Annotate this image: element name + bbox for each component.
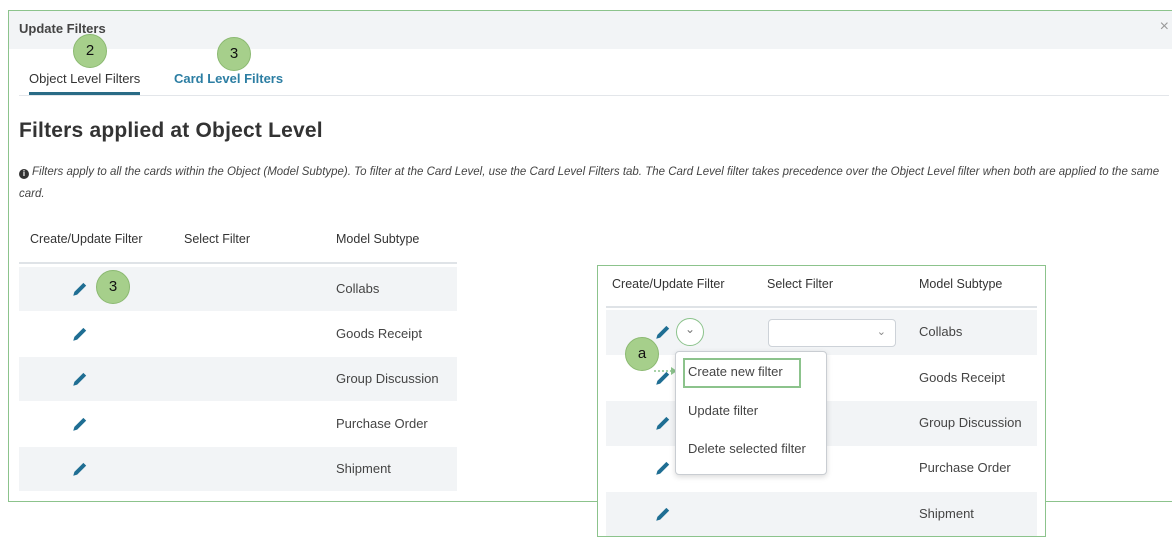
info-icon: i: [19, 169, 29, 179]
header-select-filter: Select Filter: [184, 232, 250, 246]
table-row: Group Discussion: [19, 357, 457, 401]
panel-header-create-update-filter: Create/Update Filter: [612, 277, 725, 291]
pencil-icon[interactable]: [71, 460, 89, 478]
table-row: Shipment: [19, 447, 457, 491]
chevron-down-icon: ⌄: [876, 326, 886, 338]
filter-action-menu: Create new filter Update filter Delete s…: [675, 351, 827, 475]
pencil-icon[interactable]: [654, 414, 672, 432]
callout-badge-menu: a: [625, 337, 659, 371]
select-filter-dropdown[interactable]: ⌄: [768, 319, 896, 347]
filter-tabs: Object Level Filters Card Level Filters: [19, 68, 1169, 96]
pencil-icon[interactable]: [71, 280, 89, 298]
pencil-icon[interactable]: [71, 370, 89, 388]
pencil-icon[interactable]: [654, 505, 672, 523]
callout-badge-card-tab: 3: [217, 37, 251, 71]
table-row: Collabs: [19, 267, 457, 311]
header-model-subtype: Model Subtype: [336, 232, 420, 246]
model-subtype-cell: Collabs: [919, 324, 963, 339]
page-title: Filters applied at Object Level: [19, 119, 323, 142]
tab-card-level-filters[interactable]: Card Level Filters: [174, 71, 283, 92]
model-subtype-cell: Collabs: [336, 281, 380, 296]
model-subtype-cell: Shipment: [336, 461, 391, 476]
menu-item-create-new-filter[interactable]: Create new filter: [688, 364, 783, 379]
model-subtype-cell: Shipment: [919, 506, 974, 521]
panel-header-divider: [606, 306, 1037, 308]
table-row: Goods Receipt: [19, 312, 457, 356]
menu-item-update-filter[interactable]: Update filter: [688, 403, 758, 418]
pencil-icon[interactable]: [71, 415, 89, 433]
model-subtype-cell: Purchase Order: [336, 416, 428, 431]
info-note: i Filters apply to all the cards within t…: [19, 161, 1171, 205]
dialog-titlebar: Update Filters ×: [9, 11, 1172, 49]
chevron-down-icon: ⌄: [685, 322, 696, 336]
model-subtype-cell: Group Discussion: [919, 415, 1022, 430]
header-create-update-filter: Create/Update Filter: [30, 232, 143, 246]
tab-object-level-filters[interactable]: Object Level Filters: [29, 71, 141, 95]
pencil-icon[interactable]: [654, 323, 672, 341]
table-header-divider: [19, 262, 457, 264]
info-text: Filters apply to all the cards within th…: [19, 166, 1160, 200]
pencil-icon[interactable]: [71, 325, 89, 343]
filter-dropdown-toggle[interactable]: ⌄: [676, 318, 704, 346]
panel-header-select-filter: Select Filter: [767, 277, 833, 291]
callout-badge-object-tab: 2: [73, 34, 107, 68]
panel-header-model-subtype: Model Subtype: [919, 277, 1003, 291]
model-subtype-cell: Purchase Order: [919, 460, 1011, 475]
table-row: Shipment: [606, 492, 1037, 536]
close-icon[interactable]: ×: [1160, 18, 1169, 36]
menu-item-delete-selected-filter[interactable]: Delete selected filter: [688, 441, 806, 456]
pencil-icon[interactable]: [654, 459, 672, 477]
model-subtype-cell: Goods Receipt: [336, 326, 422, 341]
model-subtype-cell: Group Discussion: [336, 371, 439, 386]
zoomed-filter-panel: Create/Update Filter Select Filter Model…: [597, 265, 1046, 537]
callout-badge-row: 3: [96, 270, 130, 304]
model-subtype-cell: Goods Receipt: [919, 370, 1005, 385]
table-row: Purchase Order: [19, 402, 457, 446]
